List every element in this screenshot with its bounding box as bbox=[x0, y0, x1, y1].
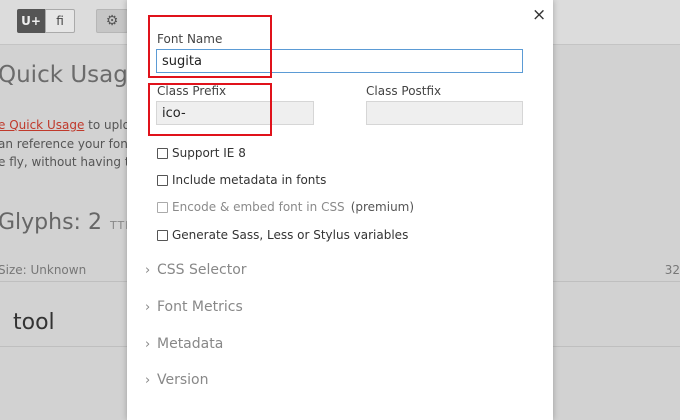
quick-usage-line-3: e fly, without having to bbox=[0, 155, 137, 169]
unicode-view-button[interactable]: U+ bbox=[17, 9, 45, 33]
section-css-selector[interactable]: › CSS Selector bbox=[145, 260, 247, 280]
ligature-view-button[interactable]: fi bbox=[45, 9, 75, 33]
generate-variables-checkbox[interactable] bbox=[157, 229, 168, 241]
option-generate-variables[interactable]: Generate Sass, Less or Stylus variables bbox=[157, 227, 408, 243]
quick-usage-heading: Quick Usage bbox=[0, 62, 143, 88]
chevron-right-icon: › bbox=[145, 372, 151, 388]
close-icon[interactable]: × bbox=[532, 5, 546, 25]
option-embed-font: Encode & embed font in CSS (premium) bbox=[157, 199, 414, 215]
quick-usage-link[interactable]: e Quick Usage bbox=[0, 118, 84, 132]
quick-usage-line-1: e Quick Usage to uploa bbox=[0, 118, 138, 132]
support-ie8-checkbox[interactable] bbox=[157, 147, 168, 159]
highlight-box-class-prefix bbox=[148, 83, 272, 136]
option-support-ie8[interactable]: Support IE 8 bbox=[157, 145, 246, 161]
section-metadata[interactable]: › Metadata bbox=[145, 334, 223, 354]
highlight-box-font-name bbox=[148, 15, 272, 78]
glyphs-count: Glyphs: 2 TTF bbox=[0, 210, 133, 235]
font-size-info: Size: Unknown bbox=[0, 263, 87, 277]
chevron-right-icon: › bbox=[145, 262, 151, 278]
include-metadata-checkbox[interactable] bbox=[157, 174, 168, 186]
premium-badge: (premium) bbox=[350, 200, 415, 214]
class-postfix-label: Class Postfix bbox=[366, 84, 442, 98]
grid-size-value: 32 bbox=[664, 263, 680, 277]
option-include-metadata[interactable]: Include metadata in fonts bbox=[157, 172, 326, 188]
quick-usage-line-2: an reference your fonts bbox=[0, 137, 139, 151]
chevron-right-icon: › bbox=[145, 336, 151, 352]
embed-font-checkbox bbox=[157, 201, 168, 213]
class-postfix-input[interactable] bbox=[366, 101, 523, 125]
section-font-metrics[interactable]: › Font Metrics bbox=[145, 297, 243, 317]
chevron-right-icon: › bbox=[145, 299, 151, 315]
glyph-name-tool: tool bbox=[13, 310, 55, 335]
section-version[interactable]: › Version bbox=[145, 370, 208, 390]
gear-icon[interactable]: ⚙ bbox=[96, 9, 128, 33]
